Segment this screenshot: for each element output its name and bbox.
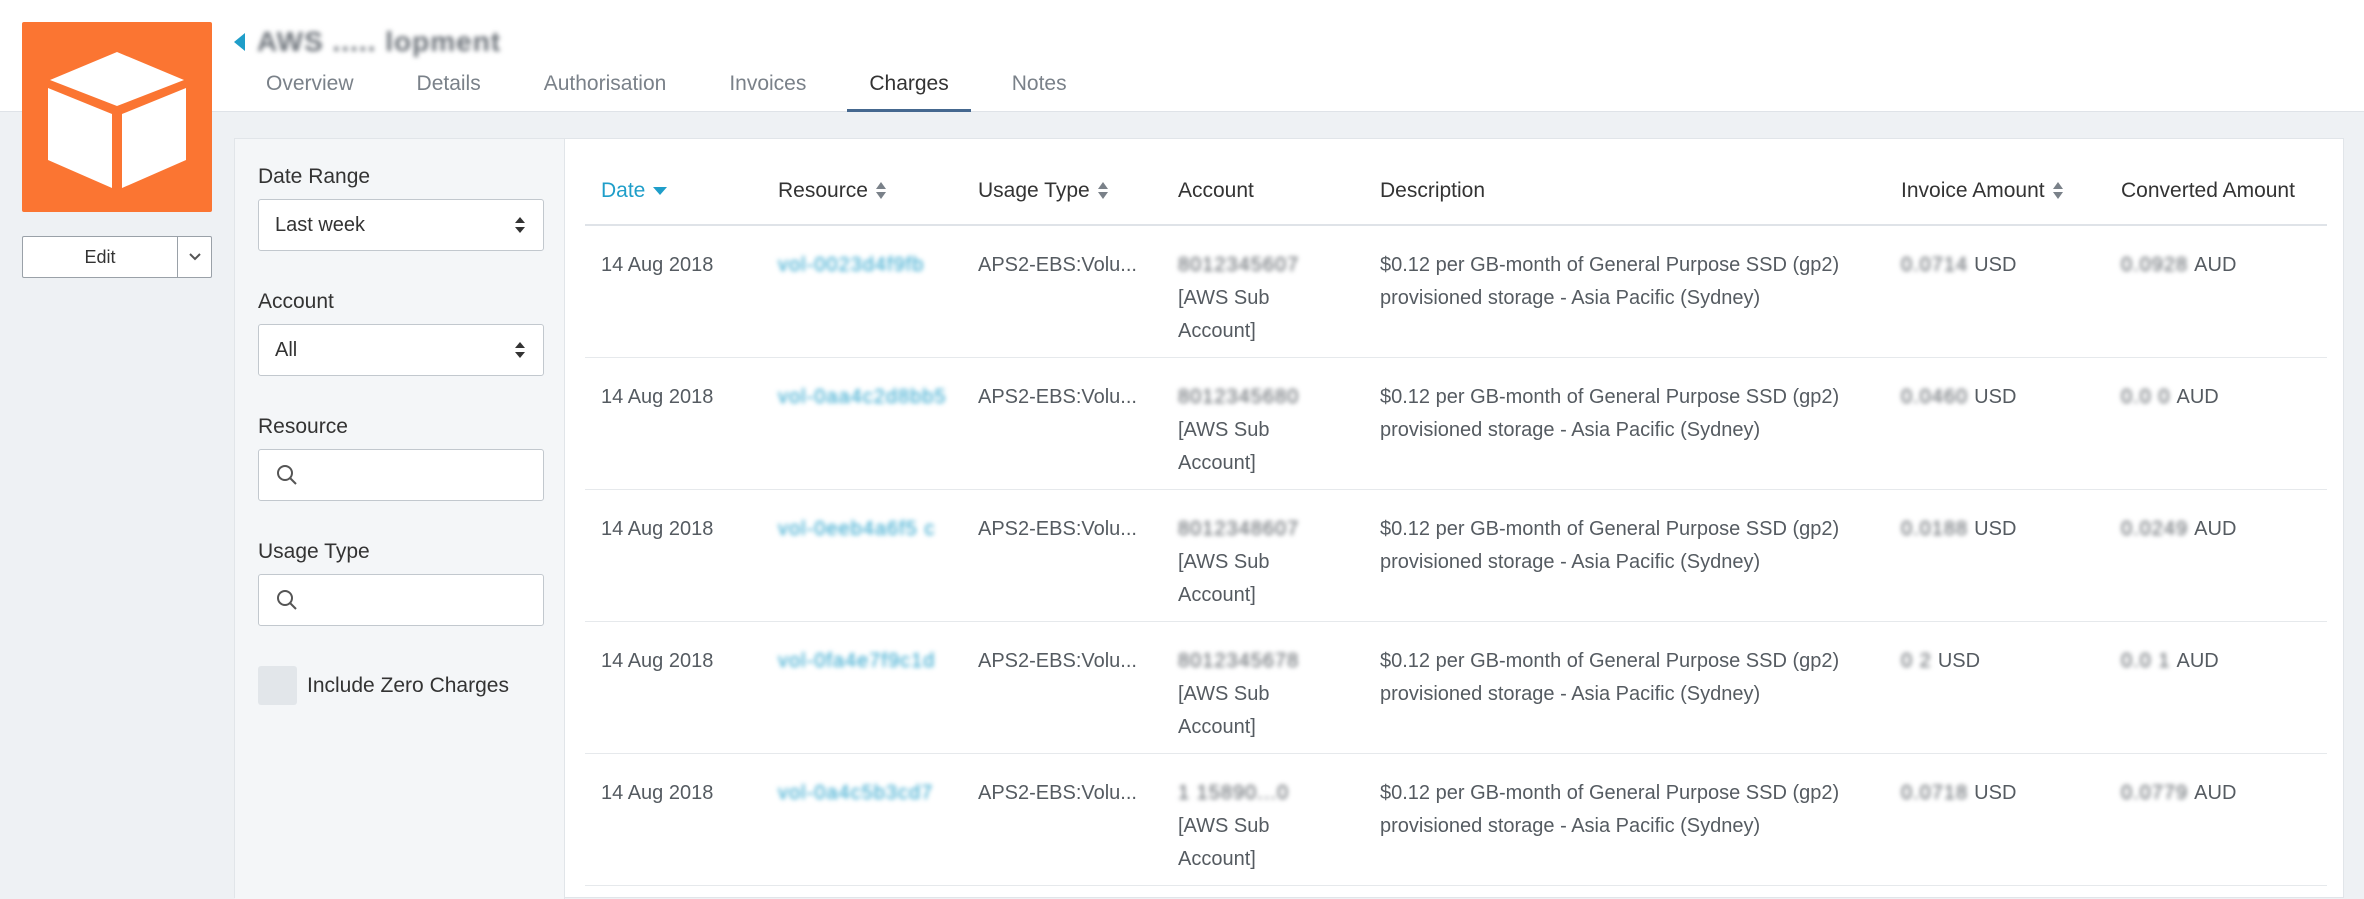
column-header-converted-amount: Converted Amount bbox=[2121, 179, 2295, 202]
include-zero-charges-checkbox[interactable] bbox=[258, 666, 297, 705]
column-header-invoice-amount[interactable]: Invoice Amount bbox=[1901, 179, 2063, 203]
account-value: All bbox=[275, 338, 298, 361]
select-arrows-icon bbox=[515, 215, 525, 237]
cell-account: 8012345680 [AWS Sub Account] bbox=[1178, 386, 1300, 474]
page-header: AWS ..... lopment Overview Details Autho… bbox=[0, 0, 2364, 112]
sort-icon bbox=[1097, 181, 1108, 201]
cell-invoice-amount: 0 2 USD bbox=[1901, 650, 1981, 672]
cell-resource-link[interactable]: vol-0a4c5b3cd7 bbox=[778, 777, 933, 810]
tab-notes[interactable]: Notes bbox=[990, 62, 1089, 112]
cell-date: 14 Aug 2018 bbox=[601, 782, 714, 804]
cell-invoice-amount: 0.0718 USD bbox=[1901, 782, 2017, 804]
edit-button-group: Edit bbox=[22, 236, 212, 278]
table-row: 14 Aug 2018 vol-0023d4f9fb APS2-EBS:Volu… bbox=[585, 226, 2327, 358]
title-row: AWS ..... lopment bbox=[234, 22, 501, 62]
date-range-value: Last week bbox=[275, 213, 366, 236]
resource-search-input[interactable] bbox=[258, 449, 544, 501]
tab-invoices[interactable]: Invoices bbox=[707, 62, 828, 112]
table-header: Date Resource Usage Type Account Descrip… bbox=[585, 139, 2327, 226]
cell-description: $0.12 per GB-month of General Purpose SS… bbox=[1380, 254, 1840, 309]
sort-icon bbox=[875, 181, 886, 201]
filters-panel: Date Range Last week Account All Resourc… bbox=[235, 139, 565, 899]
cell-account: 8012345678 [AWS Sub Account] bbox=[1178, 650, 1300, 738]
table-row: 14 Aug 2018 vol-0eeb4a6f5 c APS2-EBS:Vol… bbox=[585, 490, 2327, 622]
cell-usage-type: APS2-EBS:Volu... bbox=[978, 518, 1137, 540]
column-header-resource[interactable]: Resource bbox=[778, 179, 886, 203]
cell-invoice-amount: 0.0714 USD bbox=[1901, 254, 2017, 276]
cell-resource-link[interactable]: vol-0023d4f9fb bbox=[778, 249, 924, 282]
cell-resource-link[interactable]: vol-0aa4c2d8bb5 bbox=[778, 381, 946, 414]
cell-converted-amount: 0.0 0 AUD bbox=[2121, 386, 2219, 408]
tab-authorisation[interactable]: Authorisation bbox=[522, 62, 689, 112]
cell-date: 14 Aug 2018 bbox=[601, 518, 714, 540]
cell-date: 14 Aug 2018 bbox=[601, 386, 714, 408]
cell-usage-type: APS2-EBS:Volu... bbox=[978, 782, 1137, 804]
sort-icon bbox=[2052, 181, 2063, 201]
search-icon bbox=[277, 590, 297, 610]
cell-converted-amount: 0.0779 AUD bbox=[2121, 782, 2237, 804]
tab-details[interactable]: Details bbox=[395, 62, 503, 112]
edit-button[interactable]: Edit bbox=[22, 236, 178, 278]
edit-dropdown-toggle[interactable] bbox=[178, 236, 212, 278]
cell-usage-type: APS2-EBS:Volu... bbox=[978, 386, 1137, 408]
cell-date: 14 Aug 2018 bbox=[601, 650, 714, 672]
sort-desc-icon bbox=[653, 187, 668, 195]
date-range-select[interactable]: Last week bbox=[258, 199, 544, 251]
cell-invoice-amount: 0.0460 USD bbox=[1901, 386, 2017, 408]
cell-converted-amount: 0.0 1 AUD bbox=[2121, 650, 2219, 672]
search-icon bbox=[277, 465, 297, 485]
date-range-label: Date Range bbox=[258, 165, 371, 188]
include-zero-charges-row: Include Zero Charges bbox=[258, 666, 509, 705]
cell-invoice-amount: 0.0188 USD bbox=[1901, 518, 2017, 540]
include-zero-charges-label: Include Zero Charges bbox=[307, 673, 509, 697]
column-header-account: Account bbox=[1178, 179, 1254, 202]
cell-converted-amount: 0.0249 AUD bbox=[2121, 518, 2237, 540]
table-row: 14 Aug 2018 vol-0fa4e7f9c1d APS2-EBS:Vol… bbox=[585, 622, 2327, 754]
account-label: Account bbox=[258, 290, 334, 313]
table-body: 14 Aug 2018 vol-0023d4f9fb APS2-EBS:Volu… bbox=[585, 226, 2327, 886]
column-header-usage-type[interactable]: Usage Type bbox=[978, 179, 1108, 203]
cell-account: 1 15890...0 [AWS Sub Account] bbox=[1178, 782, 1290, 870]
tab-charges[interactable]: Charges bbox=[847, 62, 971, 112]
cell-description: $0.12 per GB-month of General Purpose SS… bbox=[1380, 386, 1840, 441]
cell-resource-link[interactable]: vol-0fa4e7f9c1d bbox=[778, 645, 935, 678]
charges-table: Date Resource Usage Type Account Descrip… bbox=[585, 139, 2327, 886]
cell-resource-link[interactable]: vol-0eeb4a6f5 c bbox=[778, 513, 935, 546]
chevron-down-icon bbox=[188, 253, 201, 261]
cell-converted-amount: 0.0928 AUD bbox=[2121, 254, 2237, 276]
app-logo bbox=[22, 22, 212, 212]
cell-usage-type: APS2-EBS:Volu... bbox=[978, 650, 1137, 672]
cell-description: $0.12 per GB-month of General Purpose SS… bbox=[1380, 518, 1840, 573]
usage-type-label: Usage Type bbox=[258, 540, 370, 563]
tab-bar: Overview Details Authorisation Invoices … bbox=[244, 62, 1108, 112]
tab-overview[interactable]: Overview bbox=[244, 62, 376, 112]
back-arrow-icon[interactable] bbox=[234, 33, 245, 51]
cell-usage-type: APS2-EBS:Volu... bbox=[978, 254, 1137, 276]
page-title: AWS ..... lopment bbox=[257, 26, 502, 57]
column-header-description: Description bbox=[1380, 179, 1486, 202]
usage-type-search-input[interactable] bbox=[258, 574, 544, 626]
cell-account: 8012348607 [AWS Sub Account] bbox=[1178, 518, 1300, 606]
resource-label: Resource bbox=[258, 415, 348, 438]
select-arrows-icon bbox=[515, 340, 525, 362]
cell-account: 8012345607 [AWS Sub Account] bbox=[1178, 254, 1300, 342]
table-row: 14 Aug 2018 vol-0aa4c2d8bb5 APS2-EBS:Vol… bbox=[585, 358, 2327, 490]
cell-description: $0.12 per GB-month of General Purpose SS… bbox=[1380, 650, 1840, 705]
cell-description: $0.12 per GB-month of General Purpose SS… bbox=[1380, 782, 1840, 837]
charges-panel: Date Range Last week Account All Resourc… bbox=[234, 138, 2344, 899]
box-icon bbox=[48, 52, 186, 188]
account-select[interactable]: All bbox=[258, 324, 544, 376]
column-header-date[interactable]: Date bbox=[601, 179, 668, 203]
table-row: 14 Aug 2018 vol-0a4c5b3cd7 APS2-EBS:Volu… bbox=[585, 754, 2327, 886]
cell-date: 14 Aug 2018 bbox=[601, 254, 714, 276]
